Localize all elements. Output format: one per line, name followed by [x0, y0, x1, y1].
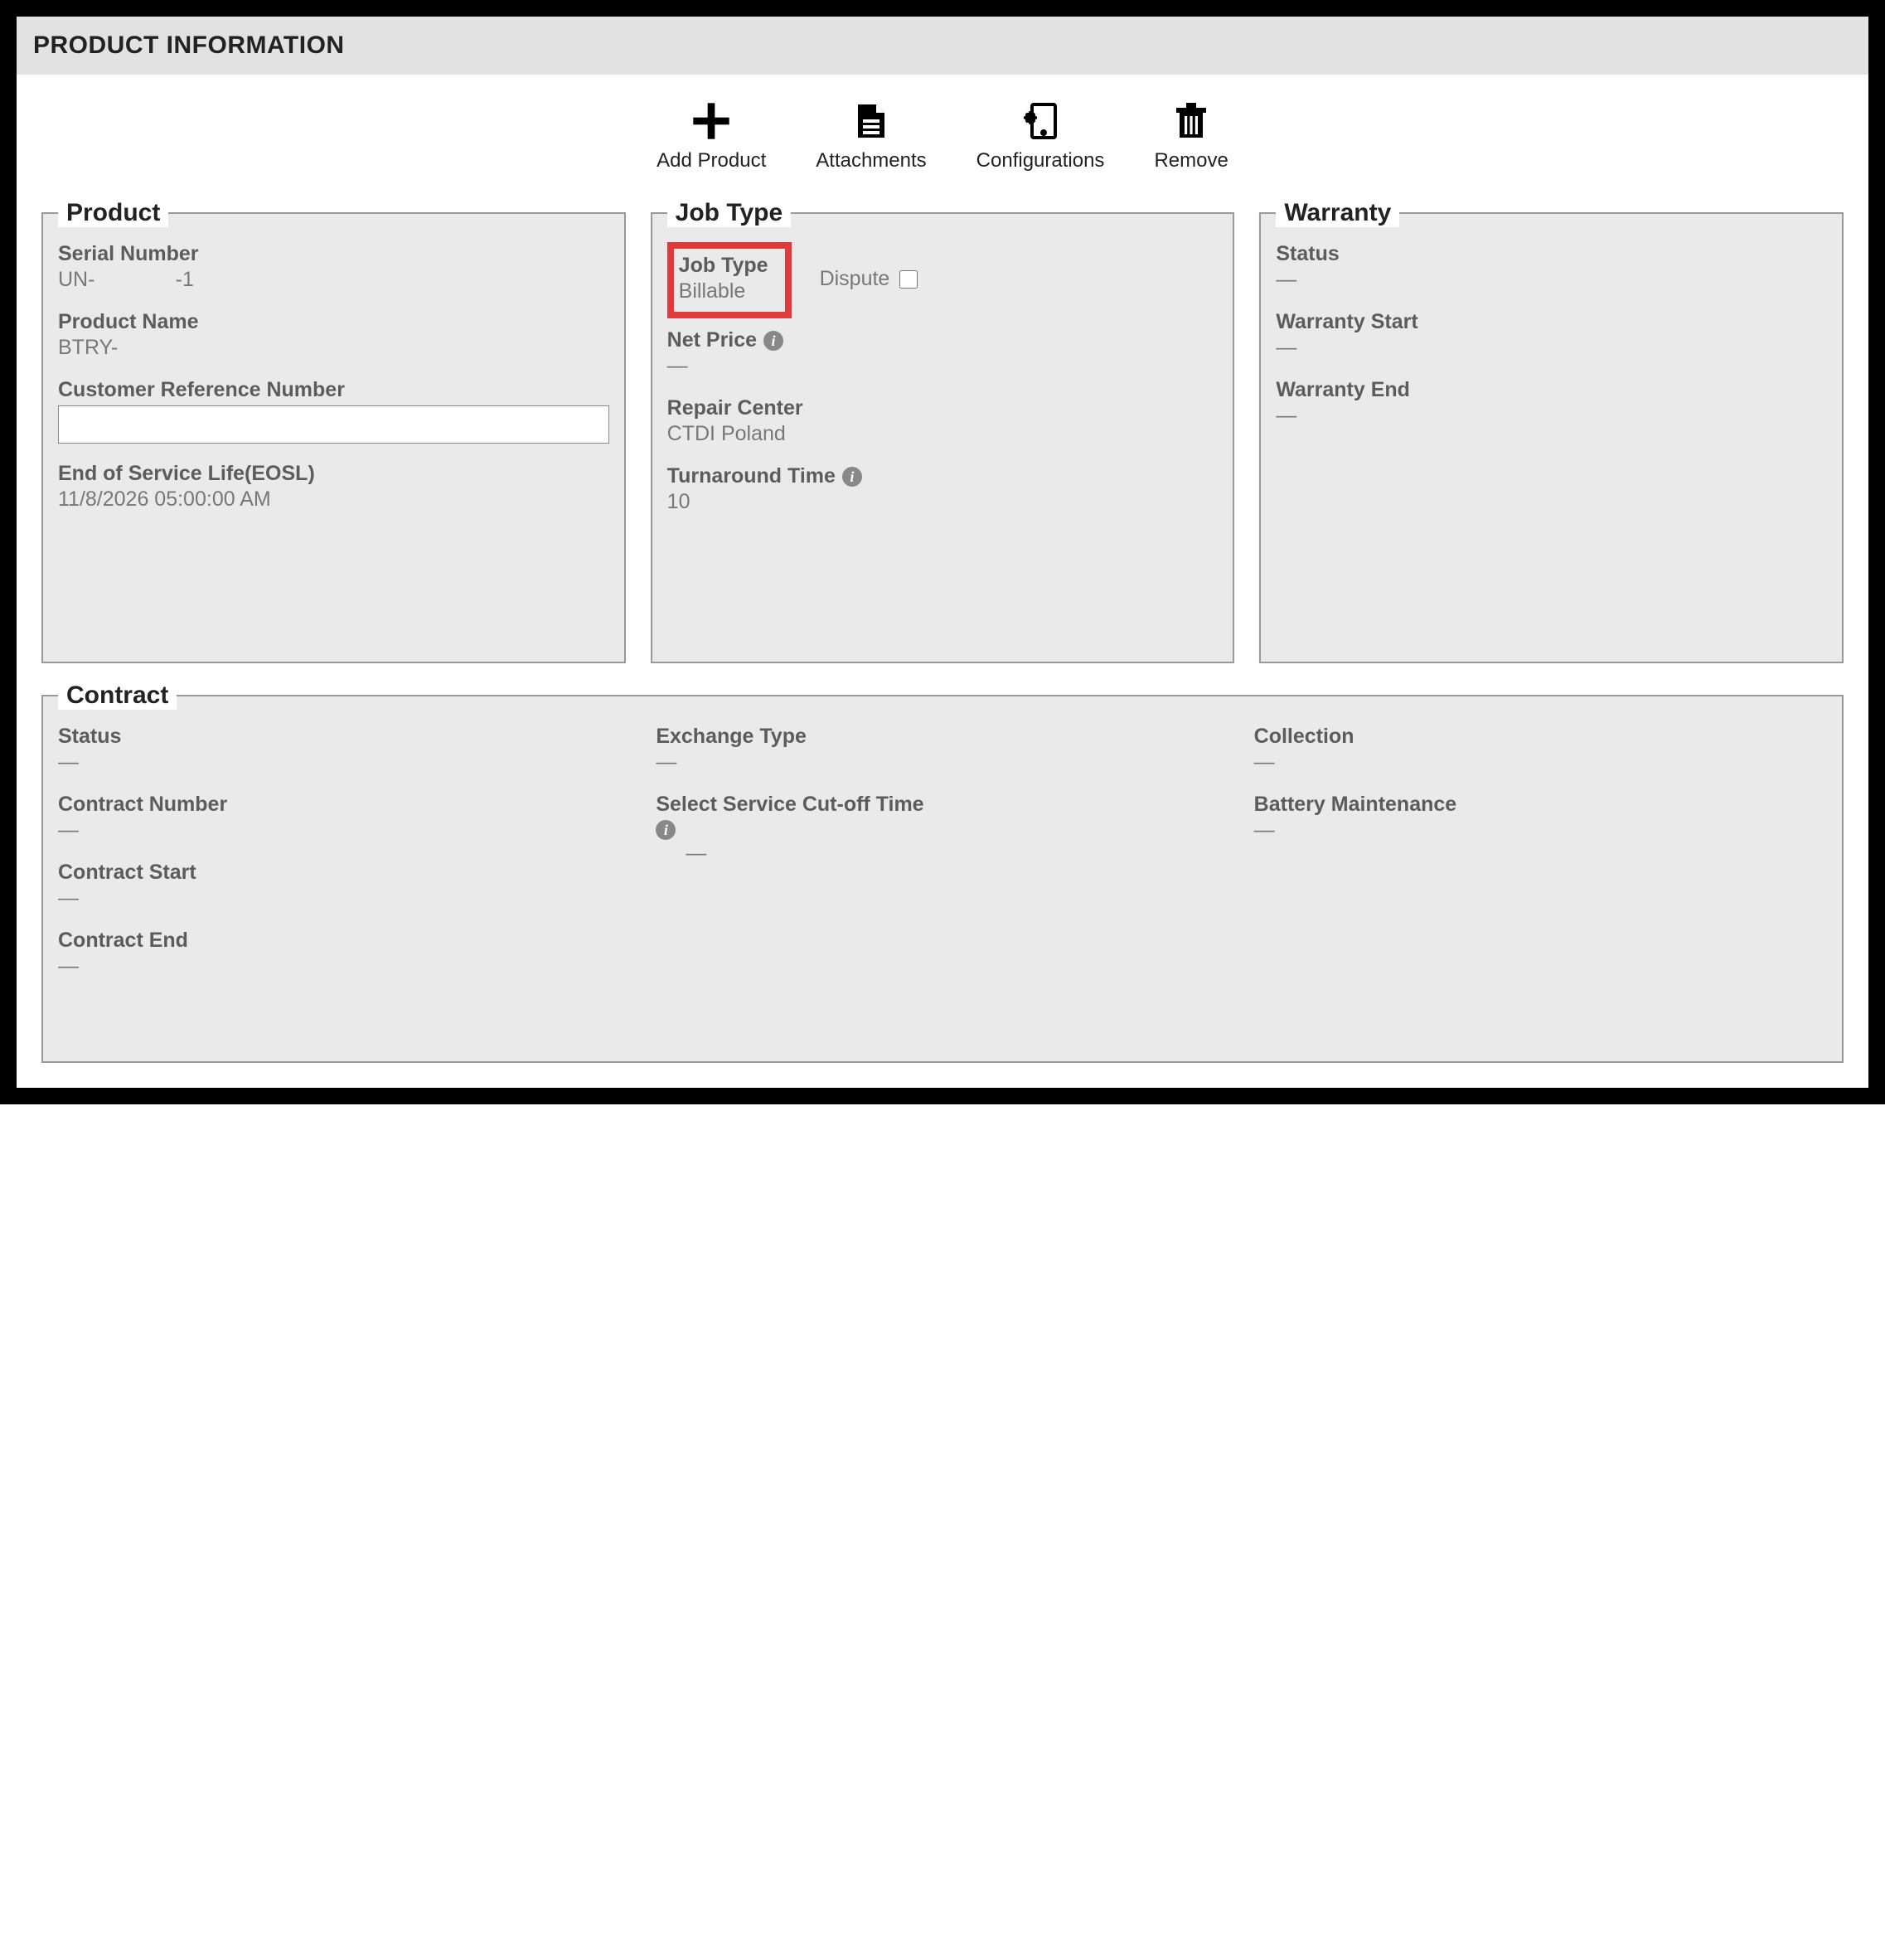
customer-reference-input[interactable]: [58, 405, 609, 444]
job-type-value: Billable: [679, 279, 768, 303]
warranty-end-value: —: [1276, 404, 1827, 428]
section-header: PRODUCT INFORMATION: [17, 17, 1868, 75]
gear-phone-icon: [1017, 98, 1064, 144]
contract-start-label: Contract Start: [58, 861, 631, 885]
dispute-label: Dispute: [820, 267, 890, 291]
attachments-label: Attachments: [816, 149, 926, 172]
product-legend: Product: [58, 199, 168, 227]
contract-status-value: —: [58, 750, 631, 774]
section-title: PRODUCT INFORMATION: [33, 32, 345, 59]
attachments-button[interactable]: Attachments: [816, 98, 926, 172]
turnaround-label: Turnaround Time: [667, 464, 836, 488]
cutoff-value: —: [686, 842, 1228, 866]
document-icon: [848, 98, 894, 144]
repair-center-label: Repair Center: [667, 396, 1219, 420]
info-icon[interactable]: i: [763, 331, 783, 351]
product-name-label: Product Name: [58, 310, 609, 334]
warranty-panel: Warranty Status — Warranty Start — Warra…: [1259, 199, 1844, 663]
toolbar: Add Product Attachments Configurations R…: [17, 75, 1868, 192]
contract-number-label: Contract Number: [58, 793, 631, 817]
contract-end-label: Contract End: [58, 929, 631, 953]
remove-button[interactable]: Remove: [1154, 98, 1228, 172]
serial-number-label: Serial Number: [58, 242, 609, 266]
turnaround-value: 10: [667, 490, 1219, 514]
warranty-start-value: —: [1276, 336, 1827, 360]
contract-status-label: Status: [58, 725, 631, 749]
repair-center-value: CTDI Poland: [667, 422, 1219, 446]
info-icon[interactable]: i: [842, 467, 862, 487]
collection-label: Collection: [1254, 725, 1827, 749]
dispute-checkbox[interactable]: [899, 270, 918, 289]
plus-icon: [688, 98, 734, 144]
info-icon[interactable]: i: [656, 820, 676, 840]
job-type-label: Job Type: [679, 254, 768, 278]
exchange-type-label: Exchange Type: [656, 725, 1228, 749]
configurations-label: Configurations: [976, 149, 1105, 172]
contract-panel: Contract Status — Contract Number — Cont…: [41, 682, 1844, 1063]
warranty-end-label: Warranty End: [1276, 378, 1827, 402]
warranty-status-label: Status: [1276, 242, 1827, 266]
battery-maintenance-label: Battery Maintenance: [1254, 793, 1827, 817]
exchange-type-value: —: [656, 750, 1228, 774]
remove-label: Remove: [1154, 149, 1228, 172]
net-price-value: —: [667, 354, 1219, 378]
contract-end-value: —: [58, 954, 631, 978]
collection-value: —: [1254, 750, 1827, 774]
battery-maintenance-value: —: [1254, 818, 1827, 842]
eosl-value: 11/8/2026 05:00:00 AM: [58, 488, 609, 512]
configurations-button[interactable]: Configurations: [976, 98, 1105, 172]
cutoff-label: Select Service Cut-off Time: [656, 793, 923, 817]
customer-reference-label: Customer Reference Number: [58, 378, 609, 402]
warranty-status-value: —: [1276, 268, 1827, 292]
warranty-start-label: Warranty Start: [1276, 310, 1827, 334]
product-panel: Product Serial Number UN- -1 Product Nam…: [41, 199, 626, 663]
warranty-legend: Warranty: [1276, 199, 1399, 227]
jobtype-legend: Job Type: [667, 199, 791, 227]
contract-start-value: —: [58, 886, 631, 910]
product-name-value: BTRY-: [58, 336, 609, 360]
add-product-button[interactable]: Add Product: [657, 98, 766, 172]
jobtype-highlight: Job Type Billable: [667, 242, 792, 318]
eosl-label: End of Service Life(EOSL): [58, 462, 609, 486]
jobtype-panel: Job Type Job Type Billable Dispute: [651, 199, 1235, 663]
contract-legend: Contract: [58, 682, 177, 710]
add-product-label: Add Product: [657, 149, 766, 172]
net-price-label: Net Price: [667, 328, 757, 352]
serial-number-value: UN- -1: [58, 268, 609, 292]
trash-icon: [1168, 98, 1214, 144]
contract-number-value: —: [58, 818, 631, 842]
